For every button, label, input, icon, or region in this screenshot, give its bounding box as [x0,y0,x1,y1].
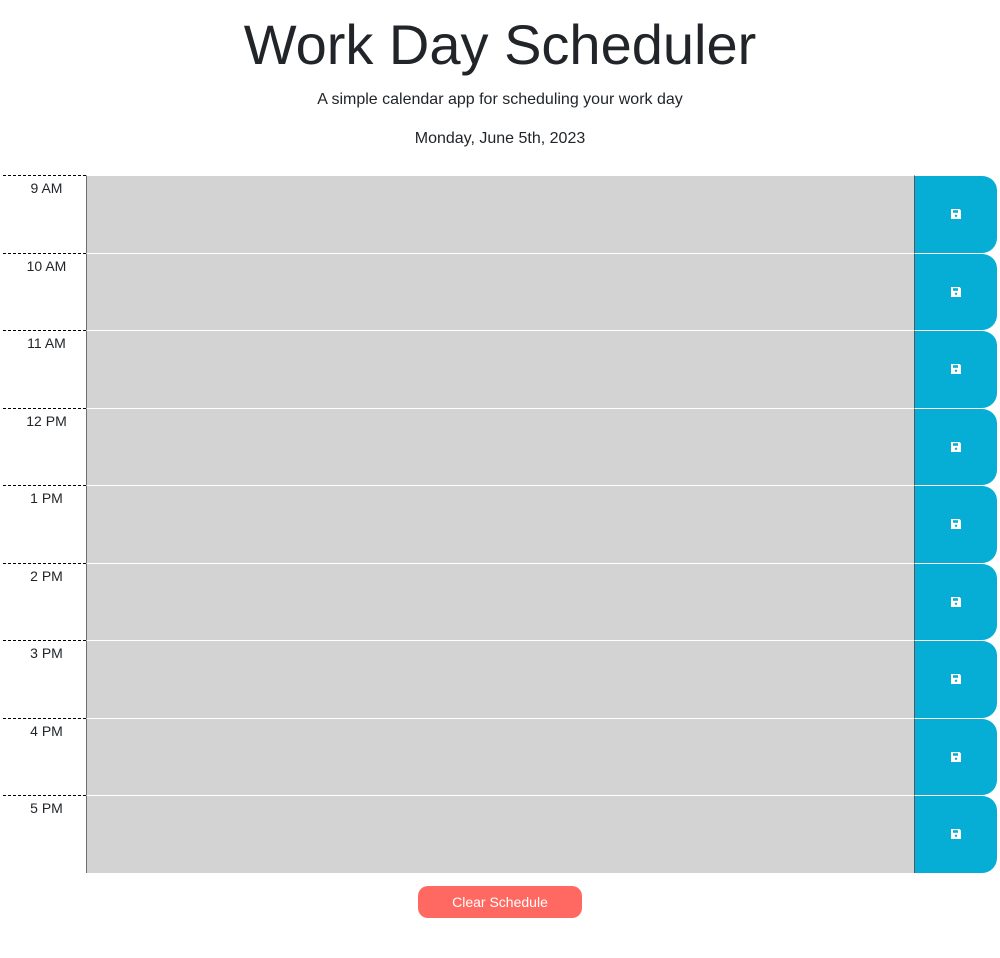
page-subtitle: A simple calendar app for scheduling you… [317,91,683,108]
hour-label-text: 11 AM [27,335,66,351]
save-button[interactable] [914,485,997,563]
time-block-5pm: 5 PM [3,795,997,873]
time-block-11am: 11 AM [3,330,997,408]
hour-label-text: 9 AM [30,180,63,196]
event-description-input[interactable] [86,330,914,408]
time-block-3pm: 3 PM [3,640,997,718]
floppy-disk-icon [951,441,961,452]
current-day: Monday, June 5th, 2023 [414,130,586,147]
page-header: Work Day Scheduler A simple calendar app… [0,0,1000,149]
page-title: Work Day Scheduler [243,13,757,76]
save-button[interactable] [914,175,997,253]
time-block-12pm: 12 PM [3,407,997,485]
hour-label: 1 PM [3,485,86,563]
hour-label-text: 3 PM [30,645,63,661]
floppy-disk-icon [951,364,961,375]
save-button[interactable] [914,252,997,330]
save-button[interactable] [914,717,997,795]
hour-label: 12 PM [3,407,86,485]
floppy-disk-icon [951,519,961,530]
time-block-4pm: 4 PM [3,717,997,795]
hour-label: 4 PM [3,717,86,795]
time-block-2pm: 2 PM [3,562,997,640]
floppy-disk-icon [951,751,961,762]
event-description-input[interactable] [86,485,914,563]
schedule-container: 9 AM 10 AM 11 AM 12 PM 1 PM 2 PM 3 PM 4 … [3,175,997,873]
hour-label-text: 2 PM [30,567,63,584]
hour-label: 11 AM [3,330,86,408]
hour-label-text: 10 AM [26,257,67,274]
floppy-disk-icon [951,286,961,297]
floppy-disk-icon [951,829,961,840]
event-description-input[interactable] [86,252,914,330]
hour-label: 3 PM [3,640,86,718]
hour-label-text: 12 PM [26,412,67,429]
save-button[interactable] [914,562,997,640]
save-button[interactable] [914,795,997,873]
event-description-input[interactable] [86,407,914,485]
save-button[interactable] [914,640,997,718]
event-description-input[interactable] [86,640,914,718]
clear-schedule-button[interactable]: Clear Schedule [418,886,582,918]
clear-wrapper: Clear Schedule [0,886,1000,918]
time-block-9am: 9 AM [3,175,997,253]
time-block-1pm: 1 PM [3,485,997,563]
save-button[interactable] [914,407,997,485]
event-description-input[interactable] [86,795,914,873]
time-block-10am: 10 AM [3,252,997,330]
hour-label: 5 PM [3,795,86,873]
hour-label: 9 AM [3,175,86,253]
hour-label-text: 1 PM [30,490,63,506]
hour-label-text: 5 PM [30,800,63,816]
event-description-input[interactable] [86,717,914,795]
save-button[interactable] [914,330,997,408]
hour-label: 2 PM [3,562,86,640]
event-description-input[interactable] [86,175,914,253]
hour-label: 10 AM [3,252,86,330]
event-description-input[interactable] [86,562,914,640]
floppy-disk-icon [951,209,961,220]
floppy-disk-icon [951,674,961,685]
hour-label-text: 4 PM [30,722,63,739]
floppy-disk-icon [951,596,961,607]
